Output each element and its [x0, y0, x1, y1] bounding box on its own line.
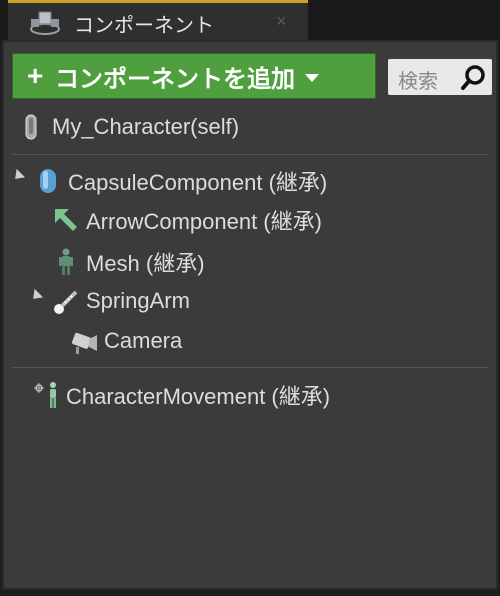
tree-item-label: ArrowComponent (継承): [86, 209, 322, 234]
divider: [12, 154, 488, 155]
tree-root-item[interactable]: My_Character(self): [18, 109, 239, 145]
tree-item-mesh[interactable]: Mesh (継承): [52, 244, 205, 280]
tree-item-label: CharacterMovement (継承): [66, 384, 331, 409]
tree-item-label: Mesh (継承): [86, 251, 205, 276]
divider: [12, 367, 488, 368]
capsule-icon: [40, 169, 56, 193]
skeletal-mesh-icon: [59, 248, 73, 275]
search-icon[interactable]: [460, 63, 488, 91]
add-component-button[interactable]: + コンポーネントを追加: [12, 53, 376, 99]
search-placeholder: 検索: [398, 71, 438, 93]
tree-item-label: Camera: [104, 328, 183, 353]
close-icon[interactable]: ×: [276, 11, 287, 32]
tree-item-capsule[interactable]: CapsuleComponent (継承): [34, 163, 327, 199]
tree-item-charactermovement[interactable]: CharacterMovement (継承): [32, 377, 330, 413]
arrow-icon: [55, 209, 77, 231]
tab-bar: コンポーネント ×: [0, 0, 500, 40]
character-movement-icon: [34, 382, 56, 408]
tree-item-springarm[interactable]: SpringArm: [52, 283, 190, 319]
tree-item-arrow[interactable]: ArrowComponent (継承): [52, 202, 322, 238]
tab-components[interactable]: コンポーネント ×: [8, 0, 308, 40]
tab-title: コンポーネント: [74, 15, 214, 37]
tree-item-camera[interactable]: Camera: [70, 323, 182, 359]
component-cubes-icon: [30, 11, 60, 35]
plus-icon: +: [27, 60, 44, 91]
tree-item-label: My_Character(self): [52, 114, 240, 139]
chevron-down-icon: [305, 74, 319, 82]
add-component-label: コンポーネントを追加: [55, 65, 295, 93]
tree-item-label: SpringArm: [86, 288, 190, 313]
search-input[interactable]: 検索: [388, 59, 492, 95]
character-capsule-icon: [25, 114, 37, 140]
camera-icon: [72, 332, 97, 354]
tree-item-label: CapsuleComponent (継承): [68, 170, 328, 195]
spring-arm-icon: [54, 290, 78, 314]
